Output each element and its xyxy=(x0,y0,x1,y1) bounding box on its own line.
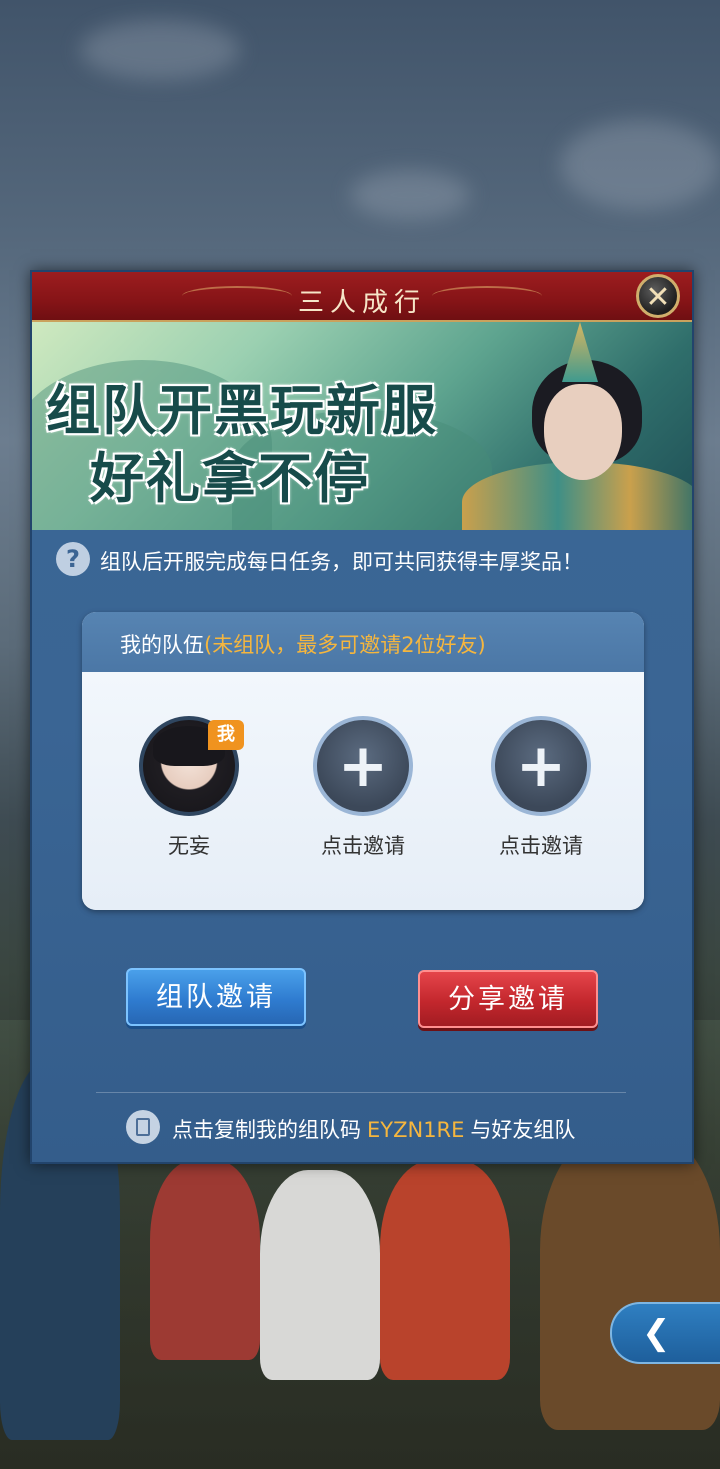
team-panel-header: 我的队伍(未组队，最多可邀请2位好友) xyxy=(82,612,644,672)
promo-banner: 组队开黑玩新服 好礼拿不停 xyxy=(32,322,692,530)
invite-label[interactable]: 点击邀请 xyxy=(466,830,616,860)
background-character xyxy=(380,1160,510,1380)
team-title-line: 我的队伍(未组队，最多可邀请2位好友) xyxy=(120,629,486,659)
dialog-titlebar: 三人成行 ✕ xyxy=(32,272,692,322)
plus-icon: + xyxy=(337,731,389,801)
copy-team-code-text[interactable]: 点击复制我的组队码 EYZN1RE 与好友组队 xyxy=(172,1114,575,1144)
team-member-slot-self: 我 无妄 xyxy=(134,716,244,896)
member-name: 无妄 xyxy=(168,834,210,858)
add-friend-button[interactable]: + xyxy=(313,716,413,816)
banner-subheadline: 好礼拿不停 xyxy=(90,446,370,510)
close-button[interactable]: ✕ xyxy=(636,274,680,318)
chevron-left-icon: ❮ xyxy=(642,1313,671,1353)
background-cloud xyxy=(350,170,470,220)
background-character xyxy=(260,1170,380,1380)
help-icon[interactable]: ? xyxy=(56,542,90,576)
add-friend-button[interactable]: + xyxy=(491,716,591,816)
my-team-panel: 我的队伍(未组队，最多可邀请2位好友) 我 无妄 + 点击邀请 + 点击邀请 xyxy=(82,612,644,910)
banner-character-face xyxy=(544,384,622,480)
me-badge: 我 xyxy=(208,720,244,750)
invite-label[interactable]: 点击邀请 xyxy=(288,830,438,860)
divider xyxy=(96,1092,626,1093)
tip-text: 组队后开服完成每日任务，即可共同获得丰厚奖品！ xyxy=(100,550,583,574)
background-character xyxy=(540,1130,720,1430)
copy-prefix: 点击复制我的组队码 xyxy=(172,1118,361,1142)
share-invite-button[interactable]: 分享邀请 xyxy=(418,970,598,1028)
side-collapse-tab[interactable]: ❮ xyxy=(610,1302,720,1364)
copy-team-code-row[interactable]: 点击复制我的组队码 EYZN1RE 与好友组队 xyxy=(126,1110,646,1146)
invite-slot-1[interactable]: + 点击邀请 xyxy=(308,716,418,896)
copy-icon[interactable] xyxy=(126,1110,160,1144)
banner-character-crown xyxy=(562,322,598,382)
team-status-note: (未组队，最多可邀请2位好友) xyxy=(204,633,486,657)
tip-row: ? 组队后开服完成每日任务，即可共同获得丰厚奖品！ xyxy=(56,542,676,576)
background-cloud xyxy=(80,20,240,80)
team-invite-button[interactable]: 组队邀请 xyxy=(126,968,306,1026)
background-character xyxy=(150,1160,260,1360)
team-code[interactable]: EYZN1RE xyxy=(367,1118,464,1142)
copy-suffix: 与好友组队 xyxy=(470,1118,576,1142)
plus-icon: + xyxy=(515,731,567,801)
invite-slot-2[interactable]: + 点击邀请 xyxy=(486,716,596,896)
background-cloud xyxy=(560,120,720,210)
copy-icon-glyph xyxy=(136,1118,150,1136)
team-invite-dialog: 三人成行 ✕ 组队开黑玩新服 好礼拿不停 ? 组队后开服完成每日任务，即可共同获… xyxy=(30,270,694,1164)
team-title: 我的队伍 xyxy=(120,633,204,657)
team-members-area: 我 无妄 + 点击邀请 + 点击邀请 xyxy=(82,672,644,910)
dialog-title: 三人成行 xyxy=(297,288,426,318)
